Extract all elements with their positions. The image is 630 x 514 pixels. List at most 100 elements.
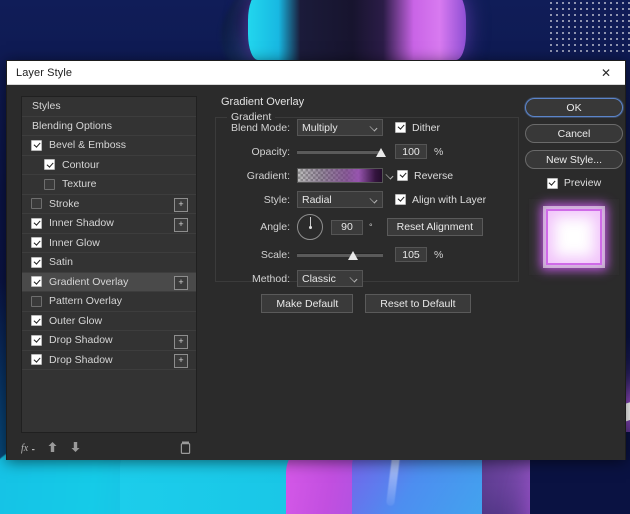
reverse-checkbox-row[interactable]: Reverse <box>397 170 453 182</box>
close-icon[interactable]: ✕ <box>587 61 625 84</box>
styles-list-item-bevel-emboss[interactable]: Bevel & Emboss <box>22 136 196 156</box>
styles-list-item-checkbox[interactable] <box>31 198 42 210</box>
styles-list-item-checkbox[interactable] <box>31 237 42 249</box>
styles-list-item-checkbox[interactable] <box>31 334 42 346</box>
add-effect-button[interactable]: + <box>174 354 188 368</box>
style-select[interactable]: Radial <box>297 191 383 208</box>
scale-value-wrap: 105 % <box>395 247 443 262</box>
styles-list-item-checkbox[interactable] <box>31 295 42 307</box>
styles-list-item-label: Inner Shadow <box>49 217 114 230</box>
align-with-layer-checkbox[interactable] <box>395 194 406 205</box>
styles-list-item-contour[interactable]: Contour <box>22 156 196 175</box>
opacity-slider[interactable] <box>297 143 386 160</box>
styles-list-item-label: Drop Shadow <box>49 353 113 366</box>
styles-list-item-texture[interactable]: Texture <box>22 175 196 195</box>
arrow-up-icon[interactable] <box>47 441 58 453</box>
scale-slider-track <box>297 252 383 257</box>
opacity-unit: % <box>434 145 444 158</box>
cancel-button[interactable]: Cancel <box>525 124 623 143</box>
styles-list-item-drop-shadow[interactable]: Drop Shadow + <box>22 351 196 370</box>
angle-dial[interactable] <box>297 214 323 240</box>
reset-to-default-button[interactable]: Reset to Default <box>365 294 471 313</box>
scale-input[interactable]: 105 <box>395 247 427 262</box>
scale-slider[interactable] <box>297 246 383 263</box>
trash-icon[interactable] <box>180 441 191 454</box>
add-effect-button[interactable]: + <box>174 276 188 290</box>
blend-mode-select[interactable]: Multiply <box>297 119 383 136</box>
dialog-title: Layer Style <box>16 66 73 79</box>
styles-list-item-label: Styles <box>32 100 61 113</box>
method-row: Method: Classic <box>216 269 518 288</box>
styles-list[interactable]: Styles Blending Options Bevel & Emboss Cont… <box>21 96 197 433</box>
styles-list-item-label: Stroke <box>49 197 80 210</box>
blend-mode-label: Blend Mode: <box>231 121 290 134</box>
add-effect-button[interactable]: + <box>174 334 188 349</box>
angle-unit: ° <box>369 222 373 232</box>
styles-list-item-checkbox[interactable] <box>44 159 55 171</box>
styles-list-item-gradient-overlay[interactable]: Gradient Overlay + <box>22 272 196 292</box>
method-select[interactable]: Classic <box>297 270 363 287</box>
styles-list-item-checkbox[interactable] <box>44 178 55 190</box>
fx-icon[interactable]: fx <box>21 441 35 454</box>
styles-list-item-inner-glow[interactable]: Inner Glow <box>22 234 196 253</box>
scale-row: Scale: 105 % <box>216 245 518 264</box>
method-value: Classic <box>302 272 336 285</box>
styles-list-item-checkbox[interactable] <box>31 256 42 268</box>
styles-list-item-satin[interactable]: Satin <box>22 253 196 273</box>
gradient-picker[interactable] <box>297 168 395 183</box>
layer-style-dialog: Layer Style ✕ Styles Blending Options Beve… <box>6 60 626 460</box>
gradient-label: Gradient: <box>246 169 290 182</box>
make-default-button[interactable]: Make Default <box>261 294 354 313</box>
reverse-checkbox[interactable] <box>397 170 408 181</box>
reset-alignment-button[interactable]: Reset Alignment <box>386 218 484 236</box>
dither-checkbox[interactable] <box>395 122 406 133</box>
reverse-label: Reverse <box>414 169 454 182</box>
styles-list-item-checkbox[interactable] <box>31 315 42 327</box>
preview-checkbox[interactable] <box>546 177 558 189</box>
preview-checkbox-row[interactable]: Preview <box>546 177 602 189</box>
angle-input[interactable]: 90 <box>331 219 363 235</box>
defaults-button-row: Make Default Reset to Default <box>215 294 517 313</box>
new-style-button[interactable]: New Style... <box>525 150 623 169</box>
styles-list-item-styles[interactable]: Styles <box>22 97 196 117</box>
ok-button[interactable]: OK <box>525 98 623 117</box>
styles-list-item-checkbox[interactable] <box>31 354 42 366</box>
method-label: Method: <box>252 272 290 285</box>
opacity-row: Opacity: 100 % <box>216 142 518 161</box>
opacity-input[interactable]: 100 <box>395 144 427 159</box>
dither-checkbox-row[interactable]: Dither <box>395 122 440 134</box>
styles-list-item-pattern-overlay[interactable]: Pattern Overlay <box>22 292 196 312</box>
scale-unit: % <box>434 248 444 261</box>
add-effect-button[interactable]: + <box>174 198 188 212</box>
visor-dot-pattern <box>548 0 630 54</box>
gradient-dropdown-button[interactable] <box>383 168 395 183</box>
preview-label: Preview <box>563 177 602 189</box>
opacity-slider-track <box>297 149 383 154</box>
style-preview <box>528 198 620 276</box>
dialog-titlebar: Layer Style ✕ <box>7 61 625 85</box>
scale-label: Scale: <box>260 248 290 261</box>
style-row: Style: Radial Align with Layer <box>216 190 518 209</box>
scale-slider-thumb[interactable] <box>348 251 359 260</box>
group-label: Gradient <box>227 111 276 123</box>
styles-list-item-blending-options[interactable]: Blending Options <box>22 117 196 136</box>
styles-list-item-outer-glow[interactable]: Outer Glow <box>22 312 196 331</box>
styles-list-item-label: Texture <box>62 178 97 191</box>
styles-list-item-inner-shadow[interactable]: Inner Shadow + <box>22 214 196 234</box>
angle-row: Angle: 90 ° Reset Alignment <box>216 214 518 240</box>
styles-list-item-label: Pattern Overlay <box>49 295 122 308</box>
opacity-slider-thumb[interactable] <box>376 148 386 157</box>
gradient-row: Gradient: Reverse <box>216 166 518 185</box>
align-with-layer-row[interactable]: Align with Layer <box>395 194 486 206</box>
styles-list-item-label: Bevel & Emboss <box>49 139 127 152</box>
arrow-down-icon[interactable] <box>70 441 81 453</box>
styles-list-item-checkbox[interactable] <box>31 276 42 288</box>
styles-list-item-checkbox[interactable] <box>31 139 42 151</box>
styles-list-item-drop-shadow[interactable]: Drop Shadow + <box>22 331 196 351</box>
angle-label: Angle: <box>260 221 290 233</box>
styles-list-item-label: Contour <box>62 158 100 171</box>
styles-list-item-stroke[interactable]: Stroke + <box>22 195 196 214</box>
add-effect-button[interactable]: + <box>174 217 188 232</box>
styles-list-item-checkbox[interactable] <box>31 217 42 229</box>
gradient-swatch[interactable] <box>297 168 383 183</box>
